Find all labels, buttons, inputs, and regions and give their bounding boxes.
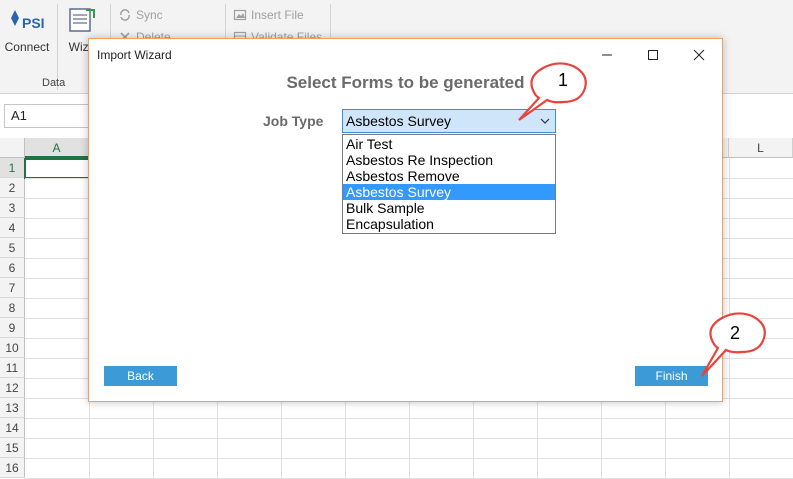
dropdown-option-asbestos-remove[interactable]: Asbestos Remove xyxy=(343,168,555,184)
sync-label: Sync xyxy=(136,8,163,22)
row-header[interactable]: 11 xyxy=(0,358,25,378)
column-header-a[interactable]: A xyxy=(25,138,89,158)
connect-label: Connect xyxy=(4,40,50,54)
svg-text:PSI: PSI xyxy=(22,15,45,31)
wizard-icon xyxy=(69,8,95,32)
psi-logo-icon: PSI xyxy=(11,10,45,31)
dropdown-option-encapsulation[interactable]: Encapsulation xyxy=(343,216,555,232)
callout-bubble-icon xyxy=(518,62,587,121)
row-header[interactable]: 9 xyxy=(0,318,25,338)
grid-row-line xyxy=(25,458,793,459)
row-header[interactable]: 7 xyxy=(0,278,25,298)
group-label-data: Data xyxy=(42,77,66,89)
insert-file-label: Insert File xyxy=(251,8,304,22)
row-header[interactable]: 5 xyxy=(0,238,25,258)
row-header[interactable]: 10 xyxy=(0,338,25,358)
callout-2-number: 2 xyxy=(729,323,740,343)
callout-1: 1 xyxy=(513,58,593,128)
grid-row-line xyxy=(25,438,793,439)
row-header[interactable]: 15 xyxy=(0,438,25,458)
row-header[interactable]: 16 xyxy=(0,458,25,478)
row-header[interactable]: 3 xyxy=(0,198,25,218)
dropdown-option-bulk-sample[interactable]: Bulk Sample xyxy=(343,200,555,216)
select-all-corner[interactable] xyxy=(0,138,25,158)
connect-button[interactable]: PSI Connect xyxy=(4,6,50,54)
close-icon xyxy=(693,49,705,61)
close-button[interactable] xyxy=(676,39,722,71)
dialog-titlebar[interactable]: Import Wizard xyxy=(89,39,722,71)
callout-2: 2 xyxy=(692,308,772,383)
callout-bubble-icon xyxy=(701,312,766,377)
sync-button[interactable]: Sync xyxy=(118,8,163,22)
dropdown-option-asbestos-survey[interactable]: Asbestos Survey xyxy=(343,184,555,200)
row-header[interactable]: 4 xyxy=(0,218,25,238)
column-header-l[interactable]: L xyxy=(729,138,793,158)
dropdown-option-air-test[interactable]: Air Test xyxy=(343,136,555,152)
import-wizard-dialog: Import Wizard Select Forms to be generat… xyxy=(88,38,723,402)
row-header[interactable]: 2 xyxy=(0,178,25,198)
insert-file-icon xyxy=(233,9,247,21)
minimize-icon xyxy=(602,54,612,56)
insert-file-button[interactable]: Insert File xyxy=(233,8,304,22)
job-type-dropdown-list: Air Test Asbestos Re Inspection Asbestos… xyxy=(342,134,556,234)
row-header[interactable]: 13 xyxy=(0,398,25,418)
grid-row-line xyxy=(25,418,793,419)
dropdown-option-asbestos-re-inspection[interactable]: Asbestos Re Inspection xyxy=(343,152,555,168)
job-type-label: Job Type xyxy=(263,113,324,129)
row-header[interactable]: 6 xyxy=(0,258,25,278)
row-header[interactable]: 14 xyxy=(0,418,25,438)
row-header[interactable]: 12 xyxy=(0,378,25,398)
row-header[interactable]: 1 xyxy=(0,158,25,178)
callout-1-number: 1 xyxy=(557,70,568,90)
maximize-icon xyxy=(648,50,658,60)
sync-icon xyxy=(120,9,130,21)
maximize-button[interactable] xyxy=(630,39,676,71)
job-type-value: Asbestos Survey xyxy=(346,113,452,129)
back-button[interactable]: Back xyxy=(104,366,177,386)
name-box[interactable]: A1 xyxy=(4,104,90,128)
dialog-heading: Select Forms to be generated xyxy=(286,73,525,92)
selected-cell-a1[interactable] xyxy=(24,158,90,179)
row-header[interactable]: 8 xyxy=(0,298,25,318)
dialog-title: Import Wizard xyxy=(97,48,172,62)
